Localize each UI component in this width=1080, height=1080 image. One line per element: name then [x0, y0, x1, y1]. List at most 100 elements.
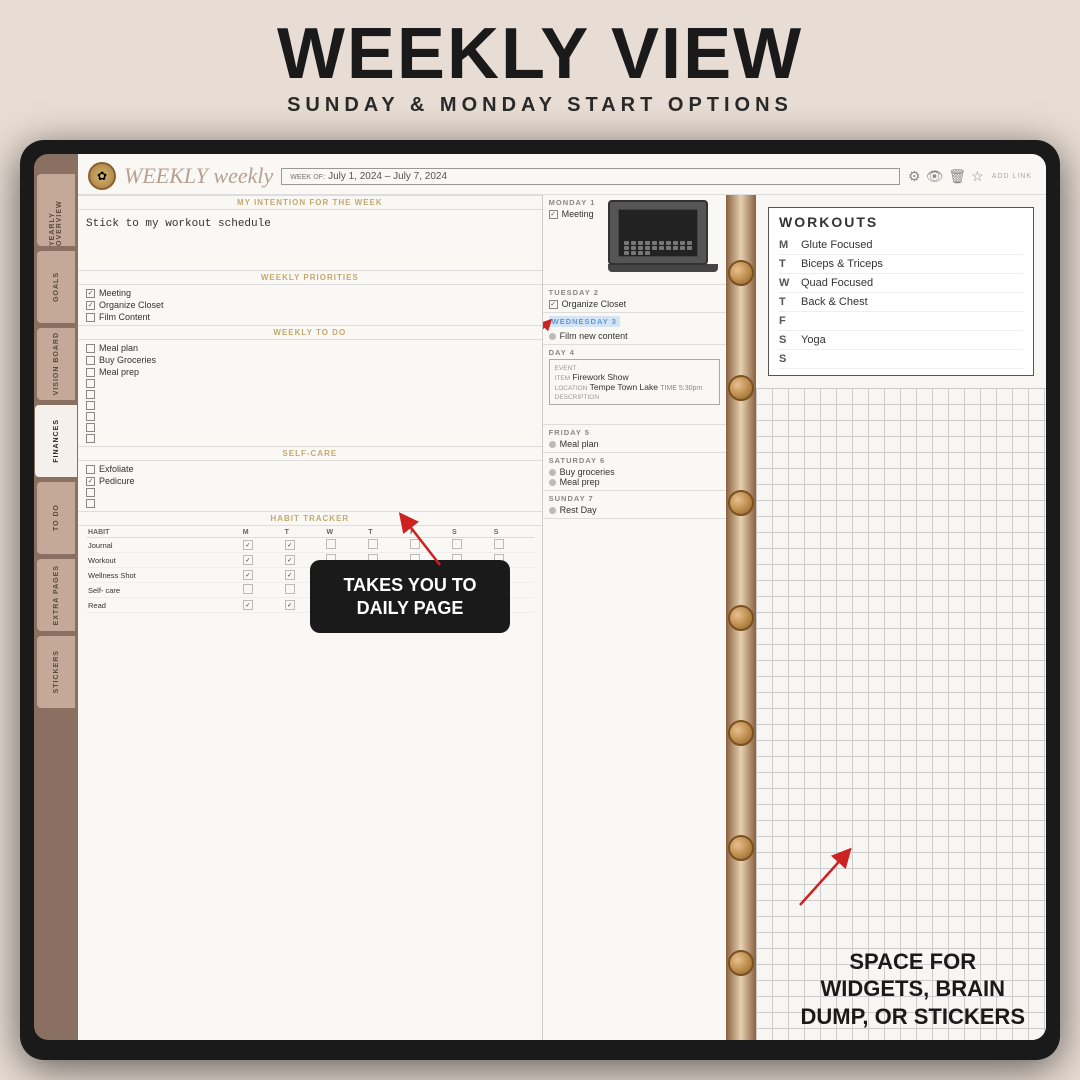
day-monday: MONDAY 1 Meeting	[543, 195, 726, 285]
trash-icon[interactable]: 🗑	[948, 168, 966, 185]
todo-item-5[interactable]	[86, 389, 534, 400]
sidebar-item-goals[interactable]: GOALS	[37, 251, 75, 323]
planner-page: ✿ WEEKLY weekly WEEK OF: July 1, 2024 – …	[78, 154, 1046, 1040]
selfcare-item-1[interactable]: Exfoliate	[86, 463, 534, 475]
main-subtitle: SUNDAY & MONDAY START OPTIONS	[0, 94, 1080, 117]
sidebar-item-finances[interactable]: FINANCES	[35, 405, 77, 477]
todo-checkbox-4[interactable]	[86, 379, 95, 388]
todo-checkbox-7[interactable]	[86, 412, 95, 421]
journal-w[interactable]	[326, 539, 336, 549]
workout-t[interactable]: ✓	[285, 555, 295, 565]
selfcare-item-4[interactable]	[86, 498, 534, 509]
todo-checkbox-2[interactable]	[86, 356, 95, 365]
widgets-text: SPACE FORWIDGETS, BRAINDUMP, OR STICKERS	[800, 949, 1025, 1029]
journal-t[interactable]: ✓	[285, 540, 295, 550]
main-title: WEEKLY VIEW	[0, 18, 1080, 90]
binder-ring-2	[728, 375, 754, 401]
location-label: LOCATION	[555, 385, 588, 392]
saturday-label: SATURDAY 6	[549, 456, 720, 465]
habit-col-name: HABIT	[86, 528, 241, 538]
journal-s2[interactable]	[494, 539, 504, 549]
eye-icon[interactable]: 👁	[926, 168, 944, 185]
day-tuesday: TUESDAY 2 Organize Closet	[543, 285, 726, 313]
habit-col-s1: S	[450, 528, 492, 538]
sidebar-item-extra[interactable]: EXTRA PAGES	[37, 559, 75, 631]
monday-checkbox-1[interactable]	[549, 210, 558, 219]
event-location: Tempe Town Lake	[590, 382, 658, 392]
todo-item-8[interactable]	[86, 422, 534, 433]
selfcare-t[interactable]	[285, 584, 295, 594]
friday-dot-1	[549, 441, 556, 448]
workout-name-m: Glute Focused	[801, 239, 873, 251]
todo-checkbox-9[interactable]	[86, 434, 95, 443]
priority-item-3[interactable]: Film Content	[86, 311, 534, 323]
wellness-t[interactable]: ✓	[285, 570, 295, 580]
star-icon[interactable]: ☆	[971, 168, 984, 185]
todo-text-2: Buy Groceries	[99, 355, 156, 365]
workout-day-t2: T	[779, 296, 793, 308]
daily-page-arrow	[543, 318, 553, 348]
todo-checkbox-8[interactable]	[86, 423, 95, 432]
day-wednesday: WEDNESDAY 3 Film new content	[543, 313, 726, 345]
day-saturday: SATURDAY 6 Buy groceries Meal prep	[543, 453, 726, 491]
week-of-box: WEEK OF: July 1, 2024 – July 7, 2024	[281, 168, 900, 185]
settings-icon[interactable]: ⚙	[908, 168, 921, 185]
sunday-dot-1	[549, 507, 556, 514]
habit-name-wellness: Wellness Shot	[86, 568, 241, 583]
saturday-text-2: Meal prep	[560, 477, 600, 487]
tuesday-text-1: Organize Closet	[562, 299, 627, 309]
sidebar-tabs: YEARLY OVERVIEW GOALS VISION BOARD FINAN…	[34, 154, 78, 1040]
wellness-m[interactable]: ✓	[243, 570, 253, 580]
todo-item-4[interactable]	[86, 378, 534, 389]
todo-checkbox-1[interactable]	[86, 344, 95, 353]
event-time: TIME 5:30pm	[660, 385, 702, 392]
selfcare-m[interactable]	[243, 584, 253, 594]
journal-m[interactable]: ✓	[243, 540, 253, 550]
priority-checkbox-1[interactable]	[86, 289, 95, 298]
saturday-dot-2	[549, 479, 556, 486]
journal-t2[interactable]	[368, 539, 378, 549]
sidebar-item-yearly-overview[interactable]: YEARLY OVERVIEW	[37, 174, 75, 246]
priority-checkbox-2[interactable]	[86, 301, 95, 310]
todo-checkbox-5[interactable]	[86, 390, 95, 399]
binder-ring-3	[728, 490, 754, 516]
selfcare-checkbox-1[interactable]	[86, 465, 95, 474]
tuesday-checkbox-1[interactable]	[549, 300, 558, 309]
selfcare-checkbox-2[interactable]	[86, 477, 95, 486]
selfcare-item-3[interactable]	[86, 487, 534, 498]
day-friday: FRIDAY 5 Meal plan	[543, 425, 726, 453]
todo-item-1[interactable]: Meal plan	[86, 342, 534, 354]
device-frame: YEARLY OVERVIEW GOALS VISION BOARD FINAN…	[20, 140, 1060, 1060]
selfcare-item-2[interactable]: Pedicure	[86, 475, 534, 487]
daily-page-callout: TAKES YOU TO DAILY PAGE	[310, 560, 510, 633]
habit-row-journal: Journal ✓ ✓	[86, 538, 534, 553]
read-m[interactable]: ✓	[243, 600, 253, 610]
todo-item-3[interactable]: Meal prep	[86, 366, 534, 378]
sidebar-item-stickers[interactable]: STICKERS	[37, 636, 75, 708]
selfcare-checkbox-3[interactable]	[86, 488, 95, 497]
habit-col-m: M	[241, 528, 283, 538]
sidebar-item-vision[interactable]: VISION BOARD	[37, 328, 75, 400]
sidebar-item-todo[interactable]: TO DO	[37, 482, 75, 554]
grid-area	[756, 388, 1046, 1040]
planner-logo: WEEKLY weekly	[124, 163, 273, 189]
workout-name-s1: Yoga	[801, 334, 826, 346]
workout-m[interactable]: ✓	[243, 555, 253, 565]
priority-checkbox-3[interactable]	[86, 313, 95, 322]
todo-item-9[interactable]	[86, 433, 534, 444]
priority-item-2[interactable]: Organize Closet	[86, 299, 534, 311]
sidebar-label-finances: FINANCES	[53, 419, 60, 463]
priority-item-1[interactable]: Meeting	[86, 287, 534, 299]
selfcare-checkbox-4[interactable]	[86, 499, 95, 508]
todo-item-6[interactable]	[86, 400, 534, 411]
priorities-section: Meeting Organize Closet Film Content	[78, 285, 542, 325]
journal-s1[interactable]	[452, 539, 462, 549]
add-link-text[interactable]: ADD LINK	[992, 173, 1036, 180]
todo-checkbox-6[interactable]	[86, 401, 95, 410]
todo-item-7[interactable]	[86, 411, 534, 422]
todo-checkbox-3[interactable]	[86, 368, 95, 377]
item-label: ITEM	[555, 375, 571, 382]
habit-col-w: W	[324, 528, 366, 538]
todo-item-2[interactable]: Buy Groceries	[86, 354, 534, 366]
read-t[interactable]: ✓	[285, 600, 295, 610]
